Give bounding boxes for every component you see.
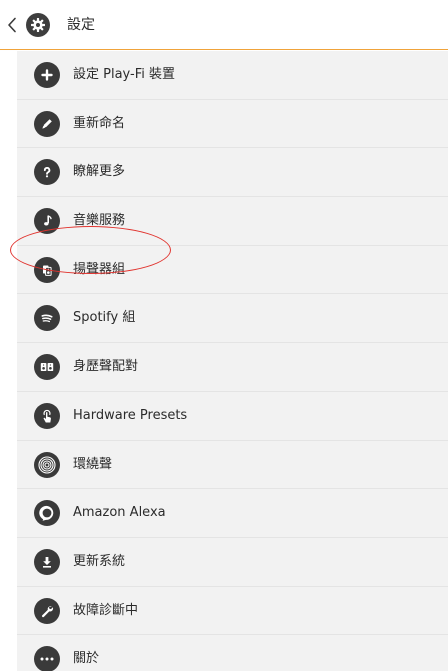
menu-item-label: Amazon Alexa [73, 505, 166, 521]
spotify-icon [34, 305, 60, 332]
music-note-icon [34, 208, 60, 235]
header-bar: 設定 [0, 0, 448, 50]
surround-sound-icon [34, 451, 60, 478]
plus-icon [34, 62, 60, 88]
menu-item-label: Hardware Presets [73, 407, 188, 423]
menu-item-setup-play-fi[interactable]: 設定 Play-Fi 裝置 [17, 51, 448, 100]
menu-item-rename[interactable]: 重新命名 [17, 100, 448, 149]
menu-item-hardware-presets[interactable]: Hardware Presets [17, 392, 448, 441]
menu-item-stereo-pair[interactable]: 身歷聲配對 [17, 343, 448, 392]
menu-item-label: 音樂服務 [73, 213, 126, 229]
menu-item-label: Spotify 組 [73, 310, 136, 326]
question-icon [34, 159, 60, 186]
stereo-pair-icon [34, 354, 60, 381]
menu-item-label: 身歷聲配對 [73, 359, 139, 375]
menu-item-surround-sound[interactable]: 環繞聲 [17, 441, 448, 490]
menu-item-learn-more[interactable]: 瞭解更多 [17, 148, 448, 198]
menu-item-label: 設定 Play-Fi 裝置 [73, 67, 175, 82]
settings-menu: 設定 Play-Fi 裝置 重新命名 瞭解更多 音樂服務 揚聲器組 Spotif… [17, 51, 448, 671]
back-button[interactable] [4, 11, 62, 39]
menu-item-label: 環繞聲 [73, 456, 113, 472]
menu-item-about[interactable]: 關於 [17, 635, 448, 671]
menu-item-label: 瞭解更多 [73, 164, 126, 180]
menu-item-label: 更新系統 [73, 553, 126, 569]
menu-item-music-services[interactable]: 音樂服務 [17, 197, 448, 246]
menu-item-label: 重新命名 [73, 115, 126, 131]
menu-item-system-update[interactable]: 更新系統 [17, 538, 448, 587]
chevron-left-icon [4, 11, 20, 39]
menu-item-label: 揚聲器組 [73, 261, 126, 277]
alexa-icon [34, 500, 60, 527]
settings-screen: 設定 設定 Play-Fi 裝置 重新命名 瞭解更多 音樂服務 揚聲器組 Spo… [0, 0, 448, 671]
download-icon [34, 548, 60, 575]
speaker-group-icon [34, 256, 60, 283]
page-title: 設定 [67, 17, 95, 33]
menu-item-label: 故障診斷中 [73, 602, 139, 618]
wrench-icon [34, 597, 60, 624]
menu-item-speaker-groups[interactable]: 揚聲器組 [17, 246, 448, 295]
menu-item-spotify-groups[interactable]: Spotify 組 [17, 294, 448, 344]
menu-item-label: 關於 [73, 651, 100, 667]
menu-item-amazon-alexa[interactable]: Amazon Alexa [17, 489, 448, 538]
ellipsis-icon [34, 646, 60, 671]
gear-icon [26, 13, 50, 37]
hand-tap-icon [34, 402, 60, 429]
pencil-icon [34, 110, 60, 137]
menu-item-troubleshooting[interactable]: 故障診斷中 [17, 587, 448, 636]
